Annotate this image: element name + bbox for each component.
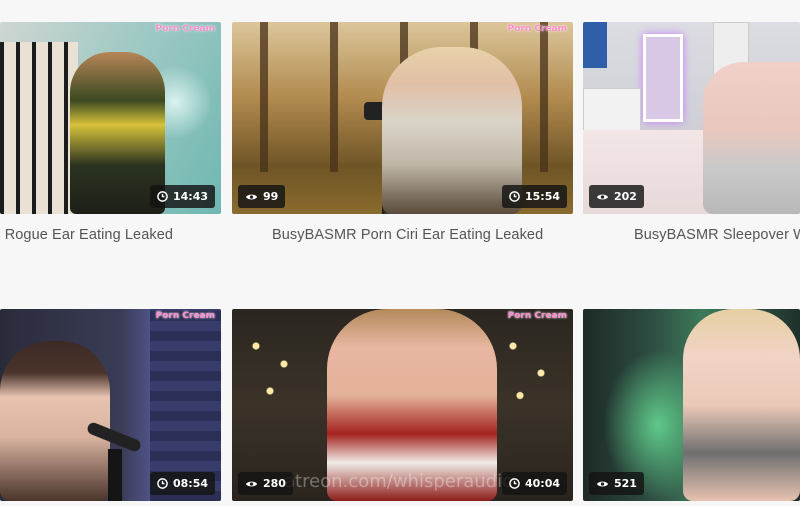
person-silhouette <box>683 309 800 501</box>
clock-icon <box>509 191 520 202</box>
views-badge: 99 <box>238 185 286 208</box>
person-silhouette <box>703 62 800 214</box>
room-divider <box>0 42 78 214</box>
duration-text: 15:54 <box>524 190 560 203</box>
video-title[interactable]: BusyBASMR Sleepover W <box>634 227 800 243</box>
video-card-mic[interactable]: Porn Cream 08:54 <box>0 309 221 501</box>
duration-badge: 14:43 <box>149 185 215 208</box>
views-badge: 521 <box>589 472 644 495</box>
video-thumbnail[interactable]: Porn Cream 99 15:54 <box>232 22 573 214</box>
watermark: Porn Cream <box>507 24 567 34</box>
views-text: 280 <box>263 477 286 490</box>
duration-text: 40:04 <box>524 477 560 490</box>
eye-icon <box>245 481 258 486</box>
video-thumbnail[interactable]: Porn Cream 08:54 <box>0 309 221 501</box>
views-badge: 280 <box>238 472 293 495</box>
duration-text: 08:54 <box>172 477 208 490</box>
eye-icon <box>596 481 609 486</box>
lights-right <box>492 319 562 409</box>
duration-badge: 08:54 <box>149 472 215 495</box>
clock-icon <box>509 478 520 489</box>
mirror <box>643 34 683 122</box>
video-card-christmas[interactable]: Porn Cream atreon.com/whisperaudio 280 4… <box>232 309 573 501</box>
video-thumbnail[interactable]: Porn Cream atreon.com/whisperaudio 280 4… <box>232 309 573 501</box>
video-card-sleepover[interactable]: 202 BusyBASMR Sleepover W <box>583 22 800 252</box>
video-thumbnail[interactable]: 521 <box>583 309 800 501</box>
video-title[interactable]: R Rogue Ear Eating Leaked <box>0 227 173 243</box>
mic-stand <box>108 449 122 501</box>
watermark: Porn Cream <box>155 311 215 321</box>
eye-icon <box>245 194 258 199</box>
duration-badge: 40:04 <box>501 472 567 495</box>
duration-text: 14:43 <box>172 190 208 203</box>
video-thumbnail[interactable]: Porn Cream 14:43 <box>0 22 221 214</box>
duration-badge: 15:54 <box>501 185 567 208</box>
tv-screen <box>583 22 607 68</box>
lights-left <box>242 319 312 409</box>
video-thumbnail[interactable]: 202 <box>583 22 800 214</box>
video-card-rogue[interactable]: Porn Cream 14:43 R Rogue Ear Eating Leak… <box>0 22 221 252</box>
watermark: Porn Cream <box>507 311 567 321</box>
views-text: 99 <box>263 190 279 203</box>
video-title[interactable]: BusyBASMR Porn Ciri Ear Eating Leaked <box>272 227 543 243</box>
eye-icon <box>596 194 609 199</box>
clock-icon <box>157 478 168 489</box>
views-text: 202 <box>614 190 637 203</box>
video-card-aurora[interactable]: 521 <box>583 309 800 501</box>
clock-icon <box>157 191 168 202</box>
video-card-ciri[interactable]: Porn Cream 99 15:54 BusyBASMR Porn Ciri … <box>232 22 573 252</box>
watermark: Porn Cream <box>155 24 215 34</box>
views-badge: 202 <box>589 185 644 208</box>
views-text: 521 <box>614 477 637 490</box>
person-silhouette <box>0 341 110 501</box>
overlay-text: atreon.com/whisperaudio <box>284 471 514 492</box>
